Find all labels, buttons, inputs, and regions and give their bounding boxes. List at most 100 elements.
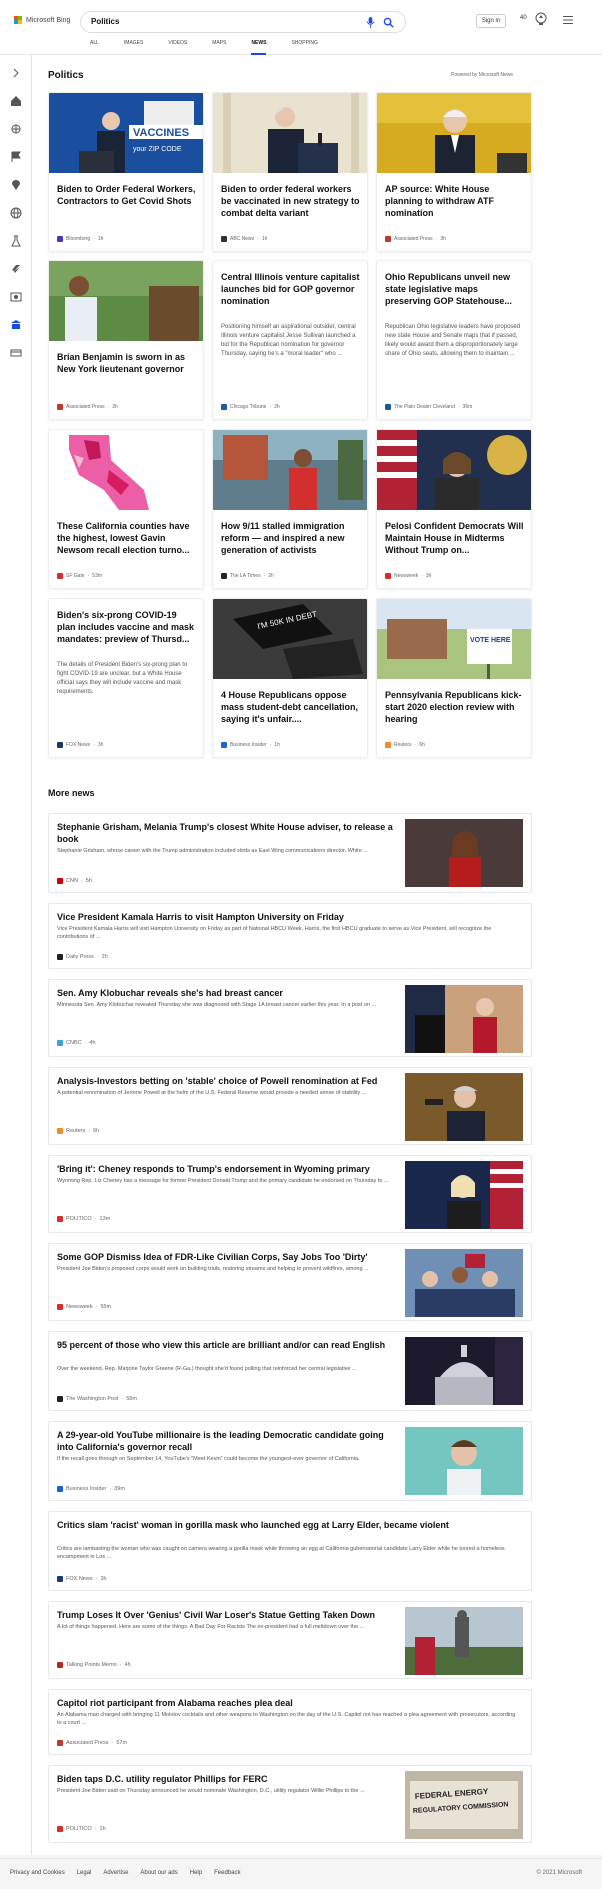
news-card-image[interactable]: VOTE HERE [377,599,531,679]
news-row[interactable]: Sen. Amy Klobuchar reveals she's had bre… [48,979,532,1057]
news-row-thumbnail[interactable] [405,1427,523,1495]
news-row-title[interactable]: Biden taps D.C. utility regulator Philli… [57,1773,397,1785]
news-card-title[interactable]: Pelosi Confident Democrats Will Maintain… [385,520,525,556]
news-card[interactable]: I'M 50K IN DEBT 4 House Republicans oppos… [212,598,368,758]
news-card-title[interactable]: Ohio Republicans unveil new state legisl… [385,271,525,307]
footer-link-advertise[interactable]: Advertise [103,1870,128,1876]
bing-logo[interactable]: Microsoft Bing [14,16,70,24]
news-row[interactable]: Capitol riot participant from Alabama re… [48,1689,532,1755]
rocket-icon[interactable] [10,263,22,275]
rewards-trophy-icon[interactable] [535,12,547,26]
footer-link-help[interactable]: Help [190,1870,202,1876]
news-card-title[interactable]: These California counties have the highe… [57,520,197,556]
news-card[interactable]: Ohio Republicans unveil new state legisl… [376,260,532,420]
news-row-thumbnail[interactable] [405,1249,523,1317]
news-card[interactable]: VACCINES your ZIP CODE Biden to Order Fede… [48,92,204,252]
tab-maps[interactable]: MAPS [212,40,226,55]
news-row-thumbnail[interactable] [405,819,523,887]
news-row-thumbnail[interactable] [405,1337,523,1405]
news-card-image[interactable] [377,430,531,510]
news-card[interactable]: Pelosi Confident Democrats Will Maintain… [376,429,532,589]
news-card-title[interactable]: 4 House Republicans oppose mass student-… [221,689,361,725]
money-icon[interactable] [10,347,22,359]
hamburger-menu-icon[interactable] [563,16,573,24]
tab-shopping[interactable]: SHOPPING [291,40,317,55]
search-box[interactable]: Politics [80,11,406,33]
publisher-logo-icon [385,742,391,748]
news-card-title[interactable]: AP source: White House planning to withd… [385,183,525,219]
news-card-image[interactable]: VACCINES your ZIP CODE [49,93,203,173]
tab-all[interactable]: ALL [90,40,99,55]
home-icon[interactable] [10,95,22,107]
footer-link-about-ads[interactable]: About our ads [140,1870,177,1876]
news-row[interactable]: 95 percent of those who view this articl… [48,1331,532,1411]
news-card[interactable]: Brian Benjamin is sworn in as New York l… [48,260,204,420]
entertainment-icon[interactable] [10,291,22,303]
news-row-title[interactable]: A 29-year-old YouTube millionaire is the… [57,1429,397,1453]
news-card-title[interactable]: Brian Benjamin is sworn in as New York l… [57,351,197,375]
news-row[interactable]: 'Bring it': Cheney responds to Trump's e… [48,1155,532,1233]
news-row-title[interactable]: Vice President Kamala Harris to visit Ha… [57,911,517,923]
news-card[interactable]: AP source: White House planning to withd… [376,92,532,252]
news-card[interactable]: VOTE HERE Pennsylvania Republicans kick-s… [376,598,532,758]
globe-icon[interactable] [10,207,22,219]
news-card[interactable]: How 9/11 stalled immigration reform — an… [212,429,368,589]
news-row-title[interactable]: Stephanie Grisham, Melania Trump's close… [57,821,397,845]
news-card[interactable]: Central Illinois venture capitalist laun… [212,260,368,420]
news-card-title[interactable]: Biden's six-prong COVID-19 plan includes… [57,609,197,645]
science-icon[interactable] [10,235,22,247]
news-card-image[interactable]: I'M 50K IN DEBT [213,599,367,679]
news-card-title[interactable]: Biden to Order Federal Workers, Contract… [57,183,197,207]
news-row[interactable]: Analysis-Investors betting on 'stable' c… [48,1067,532,1145]
news-row-thumbnail[interactable] [405,1161,523,1229]
news-row-thumbnail[interactable] [405,1607,523,1675]
news-card-title[interactable]: Biden to order federal workers be vaccin… [221,183,361,219]
news-card-image[interactable] [213,93,367,173]
news-row-title[interactable]: Sen. Amy Klobuchar reveals she's had bre… [57,987,397,999]
news-row-thumbnail[interactable] [405,985,523,1053]
footer-link-privacy[interactable]: Privacy and Cookies [10,1870,65,1876]
flag-icon[interactable] [10,151,22,163]
microphone-icon[interactable] [366,17,375,28]
rewards-count[interactable]: 40 [520,15,527,21]
news-card-title[interactable]: How 9/11 stalled immigration reform — an… [221,520,361,556]
news-card-title[interactable]: Central Illinois venture capitalist laun… [221,271,361,307]
search-icon[interactable] [383,17,394,28]
news-row[interactable]: Trump Loses It Over 'Genius' Civil War L… [48,1601,532,1679]
news-card-image[interactable] [49,261,203,341]
news-card[interactable]: These California counties have the highe… [48,429,204,589]
tab-images[interactable]: IMAGES [124,40,143,55]
expand-chevron-icon[interactable] [10,67,22,79]
header: Microsoft Bing Politics Sign in 40 ALL I… [0,0,602,55]
sign-in-button[interactable]: Sign in [476,14,506,28]
news-row-title[interactable]: 'Bring it': Cheney responds to Trump's e… [57,1163,397,1175]
news-row-thumbnail[interactable] [405,1073,523,1141]
news-row[interactable]: Biden taps D.C. utility regulator Philli… [48,1765,532,1843]
footer-link-feedback[interactable]: Feedback [214,1870,240,1876]
footer-link-legal[interactable]: Legal [77,1870,92,1876]
news-row[interactable]: Some GOP Dismiss Idea of FDR-Like Civili… [48,1243,532,1321]
news-card[interactable]: Biden to order federal workers be vaccin… [212,92,368,252]
news-row-title[interactable]: Some GOP Dismiss Idea of FDR-Like Civili… [57,1251,397,1263]
location-pin-icon[interactable] [10,179,22,191]
politics-building-icon[interactable] [10,319,22,331]
sports-icon[interactable] [10,123,22,135]
tab-videos[interactable]: VIDEOS [168,40,187,55]
news-card-title[interactable]: Pennsylvania Republicans kick-start 2020… [385,689,525,725]
news-card-image[interactable] [213,430,367,510]
news-row[interactable]: Stephanie Grisham, Melania Trump's close… [48,813,532,893]
news-row-title[interactable]: Trump Loses It Over 'Genius' Civil War L… [57,1609,397,1621]
news-row-title[interactable]: Capitol riot participant from Alabama re… [57,1697,517,1709]
news-row[interactable]: Vice President Kamala Harris to visit Ha… [48,903,532,969]
tab-news[interactable]: NEWS [251,40,267,55]
news-row[interactable]: Critics slam 'racist' woman in gorilla m… [48,1511,532,1591]
news-row-thumbnail[interactable]: FEDERAL ENERGY REGULATORY COMMISSION [405,1771,523,1839]
news-row-title[interactable]: Critics slam 'racist' woman in gorilla m… [57,1519,517,1531]
news-card-image[interactable] [377,93,531,173]
news-row-title[interactable]: Analysis-Investors betting on 'stable' c… [57,1075,397,1087]
search-input[interactable]: Politics [91,17,119,26]
news-row[interactable]: A 29-year-old YouTube millionaire is the… [48,1421,532,1501]
news-card[interactable]: Biden's six-prong COVID-19 plan includes… [48,598,204,758]
news-row-title[interactable]: 95 percent of those who view this articl… [57,1339,397,1351]
news-card-image[interactable] [49,430,203,510]
